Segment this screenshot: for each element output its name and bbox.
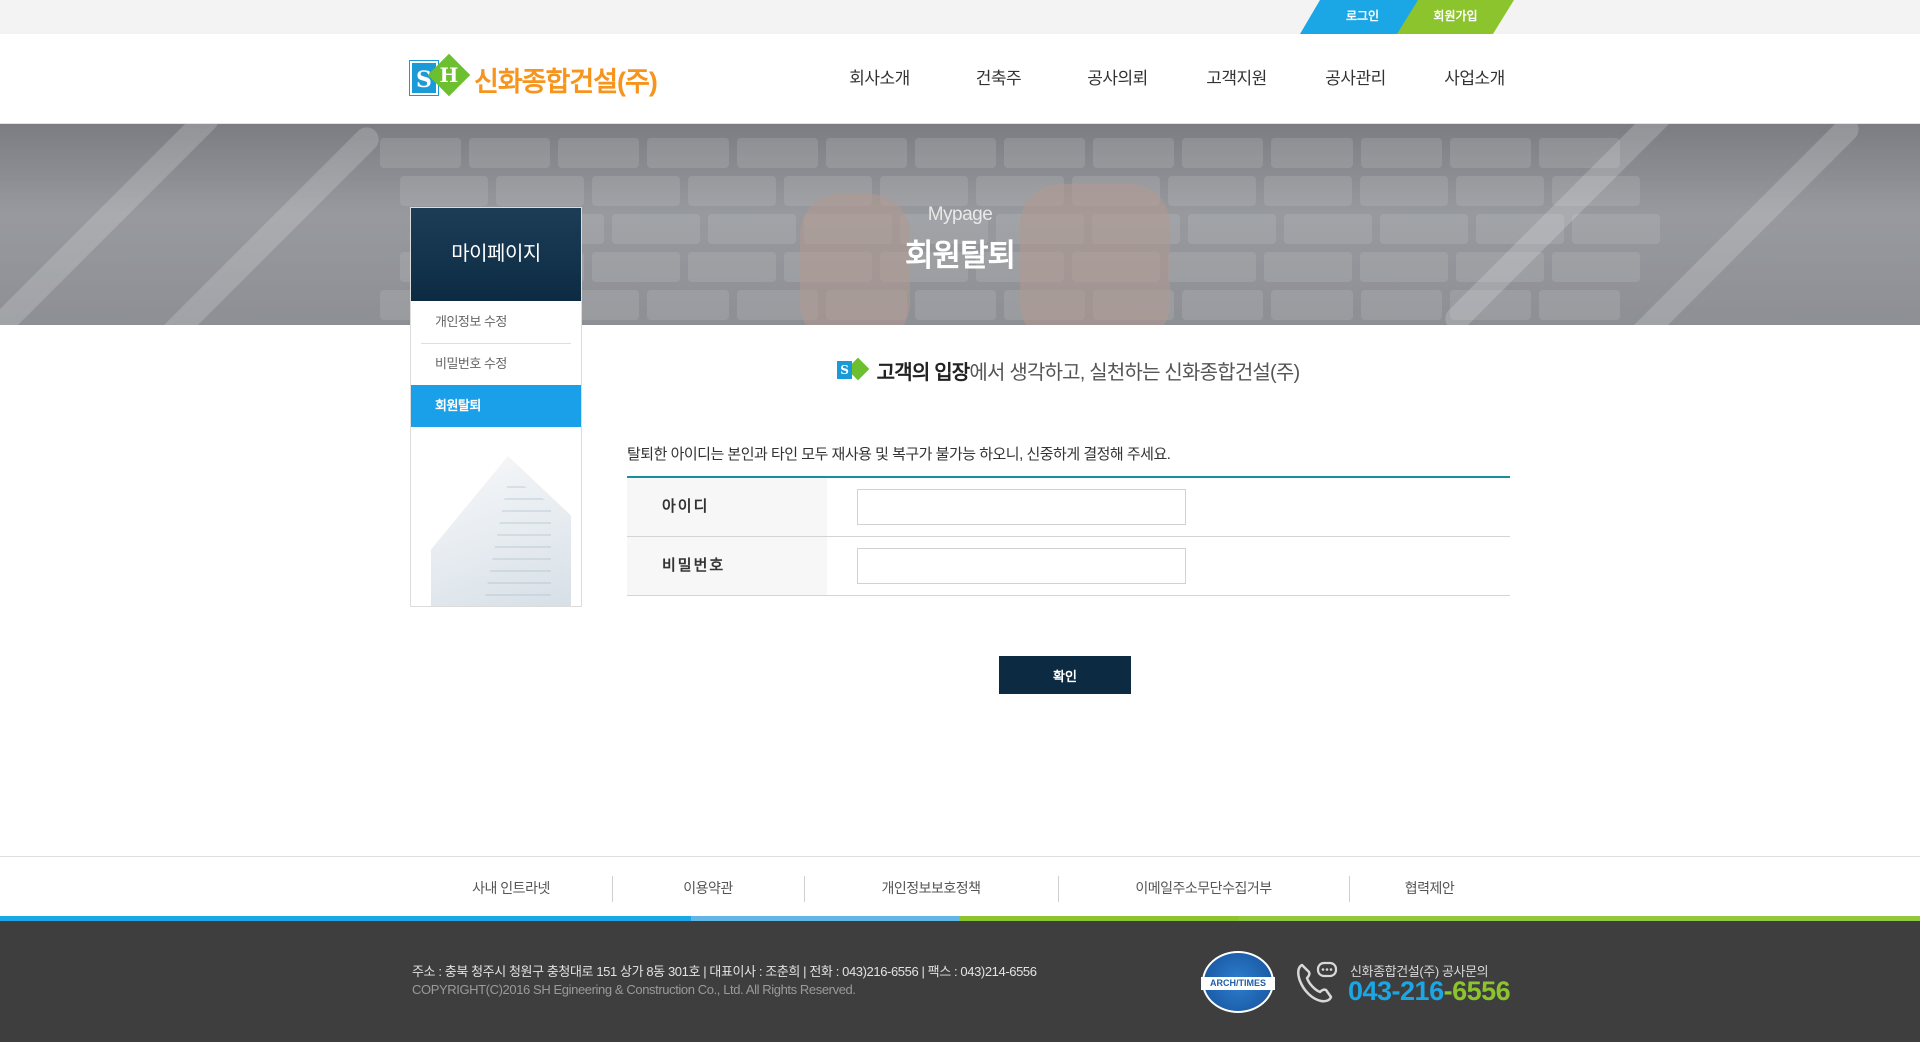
side-menu: 마이페이지 개인정보 수정 비밀번호 수정 회원탈퇴 <box>410 207 582 607</box>
nav-request[interactable]: 공사의뢰 <box>1058 34 1177 124</box>
footer-link-terms[interactable]: 이용약관 <box>612 857 804 919</box>
footer-link-intranet[interactable]: 사내 인트라넷 <box>410 857 612 919</box>
confirm-button[interactable]: 확인 <box>999 656 1131 694</box>
side-item-edit-password[interactable]: 비밀번호 수정 <box>411 343 581 385</box>
id-label: 아이디 <box>627 478 827 536</box>
slogan-text: 에서 생각하고, 실천하는 신화종합건설(주) <box>969 362 1300 384</box>
site-footer: 주소 : 충북 청주시 청원구 충청대로 151 상가 8동 301호 | 대표… <box>0 921 1920 1042</box>
password-label: 비밀번호 <box>627 537 827 595</box>
withdraw-form: 아이디 비밀번호 <box>627 476 1510 596</box>
footer-link-partnership[interactable]: 협력제안 <box>1349 857 1510 919</box>
footer-links: 사내 인트라넷 이용약관 개인정보보호정책 이메일주소무단수집거부 협력제안 <box>0 856 1920 921</box>
slogan-strong: 고객의 입장 <box>876 362 971 384</box>
side-menu-title: 마이페이지 <box>411 208 581 301</box>
footer-link-email-refusal[interactable]: 이메일주소무단수집거부 <box>1058 857 1349 919</box>
side-item-edit-info[interactable]: 개인정보 수정 <box>411 301 581 343</box>
nav-support[interactable]: 고객지원 <box>1177 34 1296 124</box>
certification-seal-icon: ARCH/TIMES <box>1201 951 1275 1013</box>
side-item-withdraw[interactable]: 회원탈퇴 <box>411 385 581 427</box>
nav-business[interactable]: 사업소개 <box>1415 34 1534 124</box>
page-banner: Mypage 회원탈퇴 <box>0 124 1920 325</box>
slogan: S 고객의 입장에서 생각하고, 실천하는 신화종합건설(주) <box>626 356 1510 385</box>
form-row-id: 아이디 <box>627 478 1510 537</box>
slogan-logo-icon: S <box>836 357 871 383</box>
site-logo[interactable]: S H 신화종합건설(주) <box>410 53 658 102</box>
nav-management[interactable]: 공사관리 <box>1296 34 1415 124</box>
id-input[interactable] <box>857 489 1186 525</box>
phone-icon <box>1297 961 1338 1003</box>
withdraw-notice: 탈퇴한 아이디는 본인과 타인 모두 재사용 및 복구가 불가능 하오니, 신중… <box>627 446 1171 463</box>
nav-company[interactable]: 회사소개 <box>820 34 939 124</box>
password-input[interactable] <box>857 548 1186 584</box>
site-header: S H 신화종합건설(주) 회사소개 건축주 공사의뢰 고객지원 공사관리 사업… <box>0 34 1920 124</box>
footer-copyright: COPYRIGHT(C)2016 SH Egineering & Constru… <box>412 982 856 997</box>
top-utility-bar: 로그인 회원가입 <box>0 0 1920 34</box>
main-nav: 회사소개 건축주 공사의뢰 고객지원 공사관리 사업소개 <box>820 34 1534 124</box>
footer-address: 주소 : 충북 청주시 청원구 충청대로 151 상가 8동 301호 | 대표… <box>412 964 1037 979</box>
banner-title: 회원탈퇴 <box>904 238 1016 273</box>
cs-phone-number: 043-216-6556 <box>1348 976 1511 1006</box>
top-buttons: 로그인 회원가입 <box>1300 0 1514 34</box>
footer-link-privacy[interactable]: 개인정보보호정책 <box>804 857 1058 919</box>
nav-client[interactable]: 건축주 <box>939 34 1058 124</box>
banner-subtitle: Mypage <box>927 204 993 225</box>
building-image <box>411 456 581 606</box>
form-row-password: 비밀번호 <box>627 537 1510 596</box>
side-menu-list: 개인정보 수정 비밀번호 수정 회원탈퇴 <box>411 301 581 427</box>
logo-icon: S H <box>410 53 474 102</box>
logo-text: 신화종합건설(주) <box>474 66 658 97</box>
